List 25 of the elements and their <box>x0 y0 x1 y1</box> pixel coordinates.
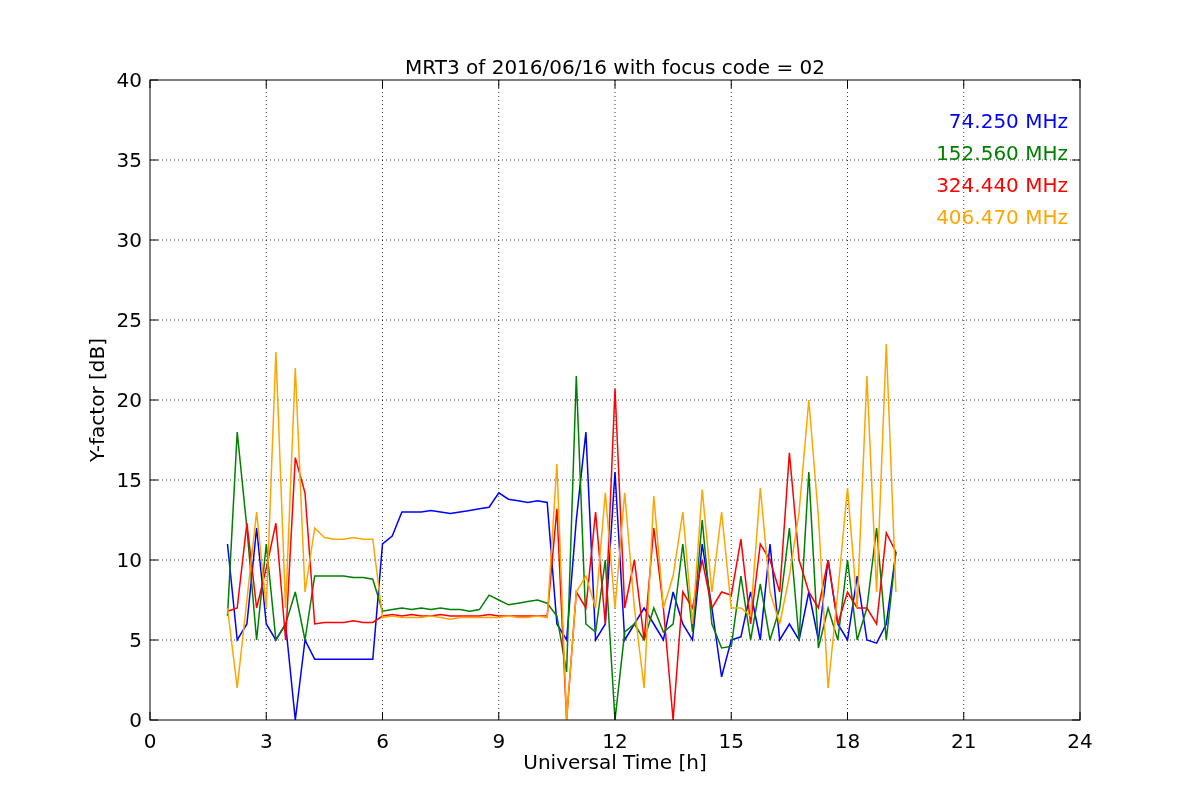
tick-label: 6 <box>376 729 389 753</box>
tick-label: 24 <box>1067 729 1093 753</box>
tick-label: 25 <box>116 308 142 332</box>
legend-label: 152.560 MHz <box>936 141 1068 165</box>
tick-label: 3 <box>259 729 273 753</box>
tick-label: 18 <box>834 729 861 753</box>
tick-label: 40 <box>116 68 142 92</box>
tick-label: 30 <box>116 228 142 252</box>
tick-label: 0 <box>129 708 142 732</box>
legend-label: 324.440 MHz <box>936 173 1068 197</box>
tick-label: 21 <box>951 729 977 753</box>
tick-label: 35 <box>116 148 142 172</box>
legend-label: 406.470 MHz <box>936 205 1068 229</box>
legend-label: 74.250 MHz <box>948 109 1068 133</box>
tick-label: 10 <box>116 548 142 572</box>
tick-label: 15 <box>116 468 142 492</box>
axis-title: Universal Time [h] <box>523 750 707 774</box>
axis-title: Y-factor [dB] <box>85 338 109 462</box>
tick-label: 5 <box>129 628 142 652</box>
tick-label: 15 <box>718 729 744 753</box>
tick-label: 9 <box>492 729 506 753</box>
tick-label: 0 <box>143 729 157 753</box>
chart-title: MRT3 of 2016/06/16 with focus code = 02 <box>405 55 825 79</box>
tick-label: 20 <box>116 388 142 412</box>
tick-label: 12 <box>602 729 628 753</box>
